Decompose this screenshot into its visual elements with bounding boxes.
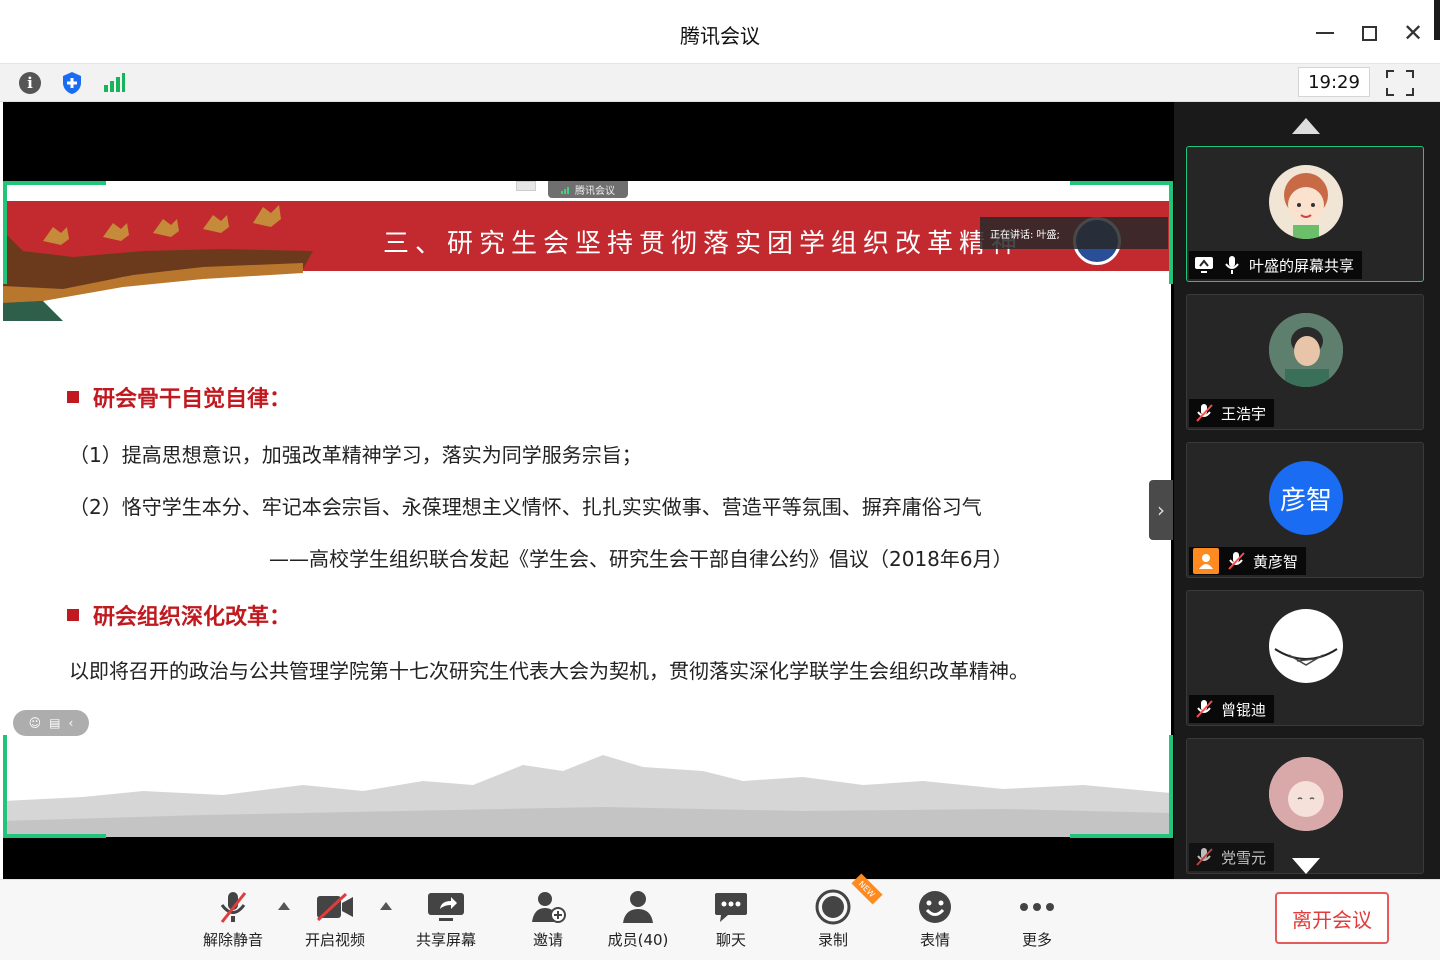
signal-icon xyxy=(104,73,125,92)
reactions-button[interactable]: 表情 xyxy=(895,888,975,954)
participant-tile[interactable]: 党雪元 xyxy=(1186,738,1424,874)
members-icon xyxy=(618,888,658,926)
share-frame-corner xyxy=(1070,181,1173,284)
video-options-caret-icon[interactable] xyxy=(380,902,392,910)
participant-panel: 叶盛的屏幕共享 王浩宇 彦智 黄彦智 曾锟迪 党雪元 xyxy=(1174,102,1440,879)
close-icon: ✕ xyxy=(1402,19,1424,47)
share-frame-corner xyxy=(3,735,106,838)
screen-share-icon xyxy=(1193,254,1215,276)
share-screen-button[interactable]: 共享屏幕 xyxy=(406,888,486,954)
meeting-clock: 19:29 xyxy=(1298,67,1370,97)
meeting-info-button[interactable]: i xyxy=(14,68,46,98)
signal-icon xyxy=(561,186,569,194)
host-icon xyxy=(1193,548,1219,574)
record-icon xyxy=(813,888,853,926)
record-button[interactable]: 录制 xyxy=(793,888,873,954)
more-dots-icon xyxy=(1017,888,1057,926)
slide-title: 三、研究生会坚持贯彻落实团学组织改革精神 xyxy=(383,229,1024,259)
more-button[interactable]: 更多 xyxy=(997,888,1077,954)
share-indicator-tab[interactable]: 腾讯会议 xyxy=(548,181,628,198)
window-edge xyxy=(1434,0,1440,40)
participant-tile[interactable]: 叶盛的屏幕共享 xyxy=(1186,146,1424,282)
emoji-icon xyxy=(915,888,955,926)
unmute-button[interactable]: 解除静音 xyxy=(193,888,273,954)
camera-off-icon xyxy=(315,888,355,926)
chevron-right-icon: › xyxy=(1157,498,1165,522)
participant-nametag: 王浩宇 xyxy=(1189,399,1275,427)
fullscreen-button[interactable] xyxy=(1386,70,1414,96)
chat-button[interactable]: 聊天 xyxy=(691,888,771,954)
emoji-icon[interactable]: ☺ xyxy=(29,716,42,730)
cartoon-avatar xyxy=(1269,165,1343,239)
sketch-avatar xyxy=(1269,609,1343,683)
minimize-button[interactable] xyxy=(1310,18,1340,48)
security-button[interactable] xyxy=(56,68,88,98)
title-bar: 腾讯会议 ✕ xyxy=(0,0,1440,64)
meeting-info-bar: i 19:29 xyxy=(0,64,1440,102)
chevron-left-icon[interactable]: ‹ xyxy=(69,716,74,730)
muted-microphone-icon xyxy=(213,888,253,926)
participant-nametag: 曾锟迪 xyxy=(1189,695,1275,723)
presentation-slide: 三、研究生会坚持贯彻落实团学组织改革精神 正在讲话: 叶盛; 研会骨干自觉自律：… xyxy=(3,181,1171,837)
slide-heading-2: 研会组织深化改革： xyxy=(67,599,291,631)
close-button[interactable]: ✕ xyxy=(1398,18,1428,48)
start-video-button[interactable]: 开启视频 xyxy=(295,888,375,954)
participant-nametag: 党雪元 xyxy=(1189,843,1275,871)
participant-tile[interactable]: 曾锟迪 xyxy=(1186,590,1424,726)
info-icon: i xyxy=(19,72,41,94)
muted-microphone-icon xyxy=(1225,550,1247,572)
minimize-icon xyxy=(1316,32,1334,34)
collapse-panel-button[interactable]: › xyxy=(1149,480,1173,540)
members-button[interactable]: 成员(40) xyxy=(598,888,678,954)
participant-nametag: 黄彦智 xyxy=(1189,547,1307,575)
bullet-square-icon xyxy=(67,391,79,403)
participant-name: 叶盛的屏幕共享 xyxy=(1249,256,1355,275)
comment-icon[interactable]: ▤ xyxy=(49,716,60,730)
shield-icon xyxy=(63,72,81,94)
muted-microphone-icon xyxy=(1193,402,1215,424)
slide-line-2: （2）恪守学生本分、牢记本会宗旨、永葆理想主义情怀、扎扎实实做事、营造平等氛围、… xyxy=(69,495,982,519)
share-frame-corner xyxy=(3,181,106,284)
participant-name: 王浩宇 xyxy=(1221,404,1267,423)
muted-microphone-icon xyxy=(1193,698,1215,720)
scroll-down-icon[interactable] xyxy=(1292,858,1320,874)
participant-name: 黄彦智 xyxy=(1253,552,1299,571)
screen-share-icon xyxy=(426,888,466,926)
slide-line-3: ——高校学生组织联合发起《学生会、研究生会干部自律公约》倡议（2018年6月） xyxy=(269,547,1013,571)
slide-line-1: （1）提高思想意识，加强改革精神学习，落实为同学服务宗旨； xyxy=(69,443,642,467)
share-frame-corner xyxy=(1070,735,1173,838)
maximize-button[interactable] xyxy=(1354,18,1384,48)
participant-name: 党雪元 xyxy=(1221,848,1267,867)
anime-avatar xyxy=(1269,757,1343,831)
leave-meeting-button[interactable]: 离开会议 xyxy=(1275,892,1389,944)
participant-tile[interactable]: 彦智 黄彦智 xyxy=(1186,442,1424,578)
network-status-button[interactable] xyxy=(98,68,130,98)
chat-icon xyxy=(711,888,751,926)
participant-nametag: 叶盛的屏幕共享 xyxy=(1189,251,1363,279)
window-title: 腾讯会议 xyxy=(680,24,760,48)
meeting-toolbar: 解除静音 开启视频 共享屏幕 邀请 成员(40) 聊天 录制 NEW 表情 更多… xyxy=(0,873,1440,960)
photo-avatar xyxy=(1269,313,1343,387)
slide-heading-1: 研会骨干自觉自律： xyxy=(67,381,291,413)
participant-name: 曾锟迪 xyxy=(1221,700,1267,719)
slide-control-pill[interactable]: ☺ ▤ ‹ xyxy=(13,710,89,736)
invite-button[interactable]: 邀请 xyxy=(508,888,588,954)
share-toolbar-handle[interactable] xyxy=(516,181,536,191)
share-tab-label: 腾讯会议 xyxy=(575,186,615,197)
cityscape-image xyxy=(3,755,1171,837)
audio-options-caret-icon[interactable] xyxy=(278,902,290,910)
text-avatar: 彦智 xyxy=(1269,461,1343,535)
scroll-up-icon[interactable] xyxy=(1292,118,1320,134)
bullet-square-icon xyxy=(67,609,79,621)
slide-line-4: 以即将召开的政治与公共管理学院第十七次研究生代表大会为契机，贯彻落实深化学联学生… xyxy=(69,659,1029,683)
microphone-icon xyxy=(1221,254,1243,276)
maximize-icon xyxy=(1361,25,1377,41)
add-user-icon xyxy=(528,888,568,926)
fullscreen-icon xyxy=(1386,70,1394,78)
muted-microphone-icon xyxy=(1193,846,1215,868)
participant-tile[interactable]: 王浩宇 xyxy=(1186,294,1424,430)
